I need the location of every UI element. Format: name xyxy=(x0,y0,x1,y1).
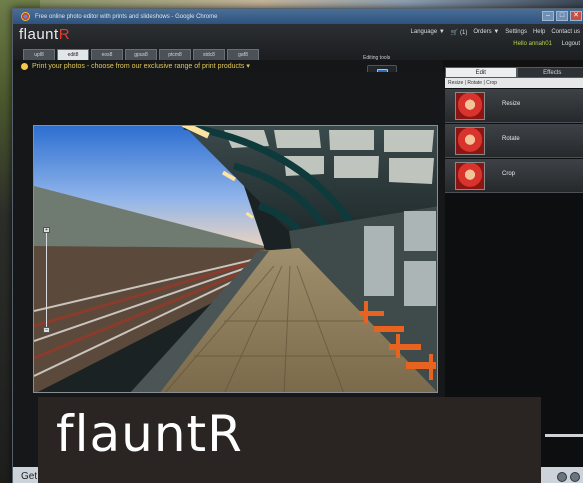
resize-thumbnail xyxy=(455,92,485,120)
resize-label: Resize xyxy=(502,101,521,107)
minimize-button[interactable]: – xyxy=(542,11,554,21)
crop-tool[interactable]: Crop xyxy=(445,159,583,193)
app-tabs: upl8 edit8 eos8 gpus8 ptcm8 stdc8 gaf8 xyxy=(23,49,259,60)
promo-text: Print your photos - choose from our excl… xyxy=(32,63,250,70)
tab-edit-tools[interactable]: Edit xyxy=(445,67,517,78)
editing-tools-label: Editing tools xyxy=(363,55,391,61)
logout-link[interactable]: Logout xyxy=(562,41,580,47)
tab-upload[interactable]: upl8 xyxy=(23,49,55,60)
nav-contact[interactable]: Contact us xyxy=(551,29,580,36)
tab-effects[interactable]: Effects xyxy=(516,67,583,78)
settings-icon[interactable] xyxy=(557,472,567,482)
caption-title: flauntR xyxy=(56,405,243,463)
user-greeting-bar: Hello annah01 Logout xyxy=(513,41,580,47)
app-header: flauntR Language ▼ 🛒 (1) Orders ▼ Settin… xyxy=(13,24,583,60)
logo-accent: R xyxy=(58,26,71,43)
window-title: Free online photo editor with prints and… xyxy=(35,13,218,20)
nav-settings[interactable]: Settings xyxy=(505,29,527,36)
user-greeting: Hello annah01 xyxy=(513,41,552,47)
status-icons xyxy=(557,472,580,482)
tab-5[interactable]: ptcm8 xyxy=(159,49,191,60)
panel-scrollbar[interactable] xyxy=(545,434,583,437)
zoom-out-button[interactable]: – xyxy=(43,327,50,333)
lightbulb-icon xyxy=(21,62,28,70)
nav-cart[interactable]: 🛒 (1) xyxy=(451,29,467,36)
zoom-track xyxy=(46,229,47,333)
resize-tool[interactable]: Resize xyxy=(445,89,583,123)
chrome-icon xyxy=(21,12,30,21)
zoom-slider[interactable]: + – xyxy=(43,227,51,335)
tab-edit[interactable]: edit8 xyxy=(57,49,89,60)
browser-titlebar[interactable]: Free online photo editor with prints and… xyxy=(13,9,583,24)
crop-thumbnail xyxy=(455,162,485,190)
railway-platform-photo xyxy=(34,126,437,392)
rotate-label: Rotate xyxy=(502,136,520,142)
nav-orders[interactable]: Orders ▼ xyxy=(473,29,499,36)
tab-3[interactable]: eos8 xyxy=(91,49,123,60)
zoom-in-button[interactable]: + xyxy=(43,227,50,233)
top-navigation: Language ▼ 🛒 (1) Orders ▼ Settings Help … xyxy=(411,29,580,36)
rotate-tool[interactable]: Rotate xyxy=(445,124,583,158)
window-controls: – □ ✕ xyxy=(542,11,582,21)
tab-6[interactable]: stdc8 xyxy=(193,49,225,60)
rotate-thumbnail xyxy=(455,127,485,155)
flauntr-logo[interactable]: flauntR xyxy=(19,26,70,43)
side-tabs: Edit Effects xyxy=(445,67,583,78)
status-text: Get xyxy=(21,471,38,482)
edited-photo-platform[interactable] xyxy=(33,125,438,393)
help-icon[interactable] xyxy=(570,472,580,482)
nav-language[interactable]: Language ▼ xyxy=(411,29,445,36)
caption-overlay: flauntR xyxy=(38,397,541,483)
crop-label: Crop xyxy=(502,171,516,177)
tab-7[interactable]: gaf8 xyxy=(227,49,259,60)
tool-breadcrumb[interactable]: Resize | Rotate | Crop xyxy=(445,78,583,88)
nav-help[interactable]: Help xyxy=(533,29,545,36)
logo-text: flaunt xyxy=(19,26,59,43)
close-button[interactable]: ✕ xyxy=(570,11,582,21)
tab-4[interactable]: gpus8 xyxy=(125,49,157,60)
maximize-button[interactable]: □ xyxy=(556,11,568,21)
